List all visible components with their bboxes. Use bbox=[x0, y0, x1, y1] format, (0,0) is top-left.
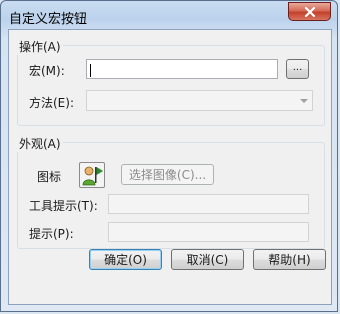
tooltip-input[interactable] bbox=[108, 194, 309, 214]
cancel-button-label: 取消(C) bbox=[186, 253, 229, 267]
browse-macro-button[interactable]: ... bbox=[286, 59, 309, 79]
select-image-label: 选择图像(C)... bbox=[128, 168, 207, 182]
method-combobox[interactable] bbox=[86, 90, 313, 111]
close-icon bbox=[304, 6, 315, 17]
close-button[interactable] bbox=[288, 2, 331, 21]
appearance-group-label: 外观(A) bbox=[17, 135, 63, 152]
help-button-label: 帮助(H) bbox=[268, 253, 311, 267]
hint-label: 提示(P): bbox=[29, 227, 74, 241]
ok-button-label: 确定(O) bbox=[104, 253, 147, 267]
dialog-window: 自定义宏按钮 操作(A) 宏(M): ... 方法(E): 外观(A) 图标 选… bbox=[0, 0, 338, 312]
macro-input[interactable] bbox=[86, 59, 278, 79]
macro-label: 宏(M): bbox=[29, 64, 65, 78]
tooltip-label: 工具提示(T): bbox=[29, 199, 98, 213]
hint-input[interactable] bbox=[108, 222, 309, 242]
method-label: 方法(E): bbox=[29, 96, 74, 110]
cancel-button[interactable]: 取消(C) bbox=[171, 249, 244, 270]
operation-group-label: 操作(A) bbox=[17, 38, 63, 55]
browse-macro-label: ... bbox=[292, 62, 303, 73]
title-bar[interactable]: 自定义宏按钮 bbox=[1, 1, 337, 29]
icon-label: 图标 bbox=[37, 170, 62, 184]
select-image-button[interactable]: 选择图像(C)... bbox=[121, 164, 214, 185]
ok-button[interactable]: 确定(O) bbox=[89, 249, 162, 270]
run-macro-person-icon bbox=[82, 166, 103, 186]
chevron-down-icon bbox=[300, 99, 308, 103]
operation-group bbox=[17, 45, 325, 126]
window-title: 自定义宏按钮 bbox=[9, 12, 88, 27]
text-caret bbox=[90, 64, 91, 77]
help-button[interactable]: 帮助(H) bbox=[253, 249, 326, 270]
icon-picker-button[interactable] bbox=[79, 162, 105, 188]
